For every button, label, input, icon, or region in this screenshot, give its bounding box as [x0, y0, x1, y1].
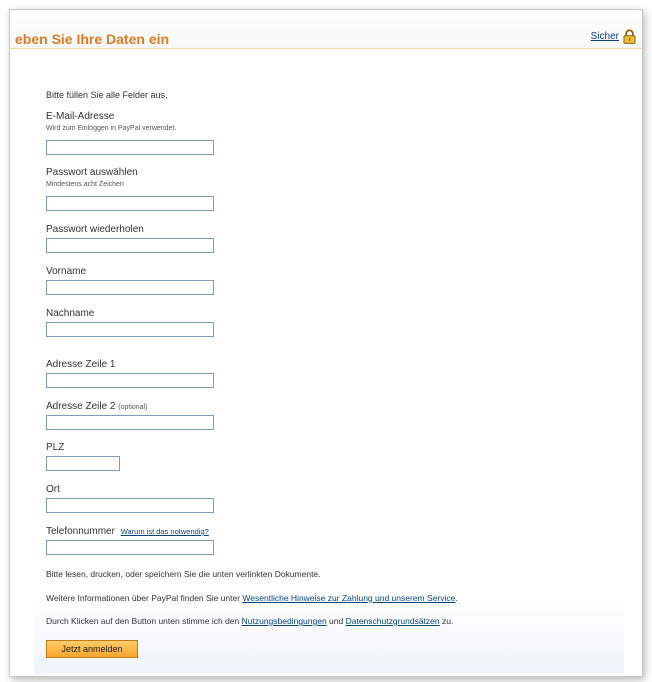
- address1-field[interactable]: [46, 373, 214, 388]
- terms-line-text: Durch Klicken auf den Button unten stimm…: [46, 616, 242, 626]
- address2-optional-note: (optional): [118, 404, 148, 411]
- lastname-label: Nachname: [46, 308, 95, 319]
- zip-label: PLZ: [46, 442, 65, 453]
- panel-header: eben Sie Ihre Daten ein Sicher: [10, 10, 642, 49]
- phone-help-link[interactable]: Warum ist das notwendig?: [121, 527, 209, 536]
- lastname-field[interactable]: [46, 322, 214, 337]
- page-title: eben Sie Ihre Daten ein: [15, 31, 170, 47]
- email-label: E-Mail-Adresse: [46, 111, 115, 122]
- form-content: Bitte füllen Sie alle Felder aus. E-Mail…: [34, 54, 624, 674]
- terms-line: Durch Klicken auf den Button unten stimm…: [46, 616, 453, 626]
- email-hint: Wird zum Einloggen in PayPal verwendet.: [46, 125, 177, 132]
- password-hint: Mindestens acht Zeichen: [46, 181, 124, 188]
- lock-icon: [623, 29, 636, 44]
- password-repeat-label: Passwort wiederholen: [46, 224, 144, 235]
- phone-label: Telefonnummer Warum ist das notwendig?: [46, 526, 209, 537]
- zip-field[interactable]: [46, 456, 120, 471]
- address2-label: Adresse Zeile 2 (optional): [46, 401, 147, 412]
- city-label: Ort: [46, 484, 60, 495]
- firstname-field[interactable]: [46, 280, 214, 295]
- documents-note: Bitte lesen, drucken, oder speichern Sie…: [46, 569, 321, 579]
- terms-line-end: zu.: [439, 616, 454, 626]
- info-line-text: Weitere Informationen über PayPal finden…: [46, 593, 243, 603]
- terms-link[interactable]: Nutzungsbedingungen: [242, 616, 327, 626]
- address1-label: Adresse Zeile 1: [46, 359, 116, 370]
- address2-field[interactable]: [46, 415, 214, 430]
- signup-panel: eben Sie Ihre Daten ein Sicher Bitte fül…: [9, 9, 643, 677]
- info-line-end: .: [455, 593, 458, 603]
- address2-label-text: Adresse Zeile 2: [46, 401, 116, 412]
- password-repeat-field[interactable]: [46, 238, 214, 253]
- password-label: Passwort auswählen: [46, 167, 138, 178]
- phone-field[interactable]: [46, 540, 214, 555]
- secure-indicator: Sicher: [591, 29, 636, 44]
- firstname-label: Vorname: [46, 266, 87, 277]
- password-field[interactable]: [46, 196, 214, 211]
- terms-line-mid: und: [326, 616, 346, 626]
- service-notes-link[interactable]: Wesentliche Hinweise zur Zahlung und uns…: [242, 593, 455, 603]
- secure-link[interactable]: Sicher: [591, 31, 619, 42]
- email-field[interactable]: [46, 140, 214, 155]
- signup-button[interactable]: Jetzt anmelden: [46, 640, 138, 658]
- phone-label-text: Telefonnummer: [46, 526, 115, 537]
- form-intro: Bitte füllen Sie alle Felder aus.: [46, 90, 168, 100]
- info-line: Weitere Informationen über PayPal finden…: [46, 593, 458, 603]
- city-field[interactable]: [46, 498, 214, 513]
- privacy-link[interactable]: Datenschutzgrundsätzen: [346, 616, 440, 626]
